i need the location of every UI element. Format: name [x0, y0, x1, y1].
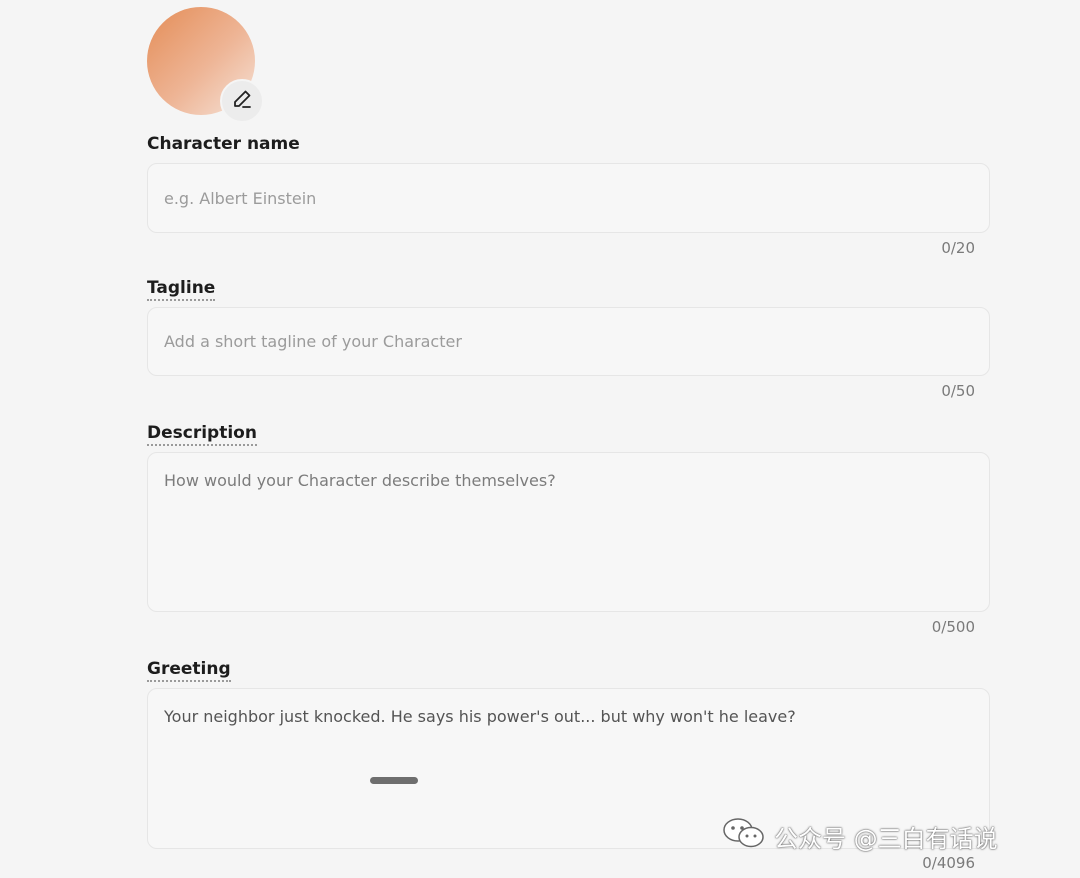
- description-counter: 0/500: [931, 618, 975, 636]
- description-placeholder: How would your Character describe themse…: [164, 471, 556, 490]
- watermark-text: 公众号 @三白有话说: [774, 824, 998, 853]
- resize-handle[interactable]: [370, 777, 418, 784]
- tagline-counter: 0/50: [941, 382, 975, 400]
- edit-avatar-button[interactable]: [220, 79, 264, 123]
- greeting-counter: 0/4096: [922, 854, 975, 872]
- greeting-label[interactable]: Greeting: [147, 659, 231, 682]
- description-textarea[interactable]: How would your Character describe themse…: [147, 452, 990, 612]
- tagline-placeholder: Add a short tagline of your Character: [164, 332, 462, 351]
- character-name-placeholder: e.g. Albert Einstein: [164, 188, 317, 208]
- character-name-input[interactable]: e.g. Albert Einstein: [147, 163, 990, 233]
- wechat-icon: [722, 816, 766, 856]
- character-name-counter: 0/20: [941, 239, 975, 257]
- watermark: 公众号 @三白有话说: [722, 816, 998, 856]
- tagline-input[interactable]: Add a short tagline of your Character: [147, 307, 990, 376]
- character-form: Character name e.g. Albert Einstein 0/20…: [147, 0, 990, 878]
- greeting-value: Your neighbor just knocked. He says his …: [164, 707, 796, 726]
- character-name-label: Character name: [147, 134, 300, 154]
- tagline-label[interactable]: Tagline: [147, 278, 216, 301]
- pencil-icon: [230, 87, 254, 115]
- description-label[interactable]: Description: [147, 423, 257, 446]
- avatar-section: [147, 7, 264, 123]
